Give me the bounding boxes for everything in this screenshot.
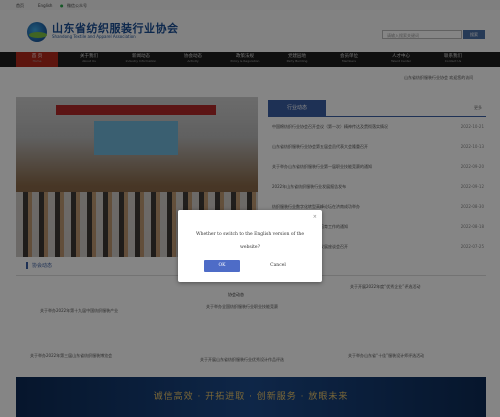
cancel-button[interactable]: Cancel [260, 260, 296, 272]
close-icon[interactable]: × [313, 214, 317, 220]
ok-button[interactable]: OK [204, 260, 240, 272]
modal-overlay [0, 0, 500, 417]
language-switch-dialog: × Whether to switch to the English versi… [178, 210, 322, 282]
dialog-message: Whether to switch to the English version… [196, 232, 304, 250]
